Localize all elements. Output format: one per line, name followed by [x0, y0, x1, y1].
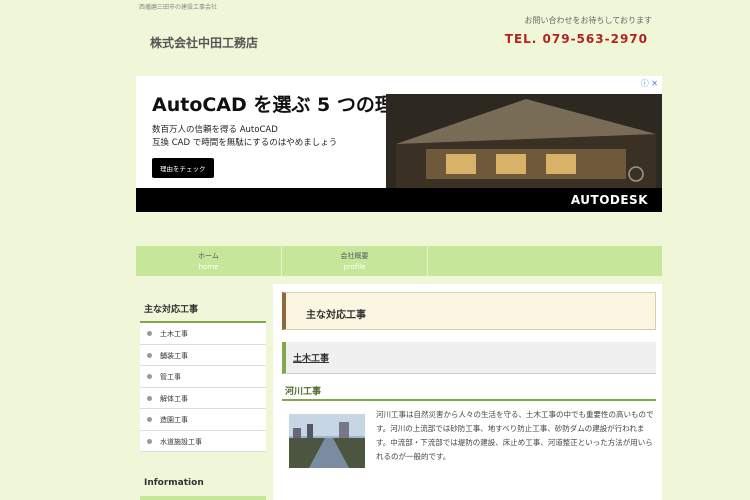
ad-subtitle: 数百万人の信頼を得る AutoCAD 互換 CAD で時間を無駄にするのはやめま…: [152, 124, 337, 150]
ad-photo: [386, 94, 662, 188]
ad-brand-bar: AUTODESK: [136, 188, 662, 212]
nav-item-home[interactable]: ホーム home: [136, 246, 282, 276]
ad-cta-button[interactable]: 理由をチェック: [152, 158, 214, 178]
company-name[interactable]: 株式会社中田工務店: [150, 34, 258, 51]
nav-label-en: profile: [343, 263, 366, 271]
main-nav: ホーム home 会社概要 profile: [136, 246, 662, 276]
page-title: 主な対応工事: [282, 292, 656, 330]
section-heading-river: 河川工事: [282, 382, 656, 401]
nav-item-profile[interactable]: 会社概要 profile: [282, 246, 428, 276]
ad-subtitle-line2: 互換 CAD で時間を無駄にするのはやめましょう: [152, 138, 338, 148]
section-link-civil[interactable]: 土木工事: [282, 342, 656, 374]
nav-label-jp: 会社概要: [340, 252, 369, 260]
sidebar-item[interactable]: 舗装工事: [140, 345, 266, 366]
sidebar-item[interactable]: 解体工事: [140, 388, 266, 409]
ad-title: AutoCAD を選ぶ 5 つの理由: [152, 94, 413, 116]
sidebar-item[interactable]: 造園工事: [140, 409, 266, 431]
nav-label-jp: ホーム: [198, 252, 219, 260]
sidebar-item[interactable]: 水道施設工事: [140, 431, 266, 452]
tagline: 西播磨三田市の建設工事会社: [139, 4, 218, 11]
sidebar-heading: 主な対応工事: [140, 296, 266, 323]
info-bar: [140, 496, 266, 500]
river-description: 河川工事は自然災害から人々の生活を守る、土木工事の中でも重要性の高いものです。河…: [376, 410, 654, 461]
autodesk-logo: AUTODESK: [570, 193, 648, 207]
sidebar-item[interactable]: 土木工事: [140, 323, 266, 345]
river-photo: [289, 414, 365, 468]
sidebar: 主な対応工事 土木工事 舗装工事 管工事 解体工事 造園工事 水道施設工事 In…: [140, 296, 266, 500]
ad-subtitle-line1: 数百万人の信頼を得る AutoCAD: [152, 125, 278, 135]
tel-number[interactable]: TEL. 079-563-2970: [505, 32, 648, 46]
ad-banner[interactable]: AutoCAD を選ぶ 5 つの理由 数百万人の信頼を得る AutoCAD 互換…: [136, 76, 662, 212]
sidebar-item[interactable]: 管工事: [140, 366, 266, 388]
contact-text: お問い合わせをお待ちしております: [524, 16, 652, 25]
ad-close-icon[interactable]: ⓘ ✕: [641, 78, 658, 89]
sidebar-list: 土木工事 舗装工事 管工事 解体工事 造園工事 水道施設工事: [140, 323, 266, 452]
nav-label-en: home: [198, 263, 219, 271]
info-heading: Information: [144, 478, 204, 488]
main-content: 主な対応工事 土木工事 河川工事 河川工事は自然災害から人々の生活を守る、土木工…: [273, 284, 662, 500]
